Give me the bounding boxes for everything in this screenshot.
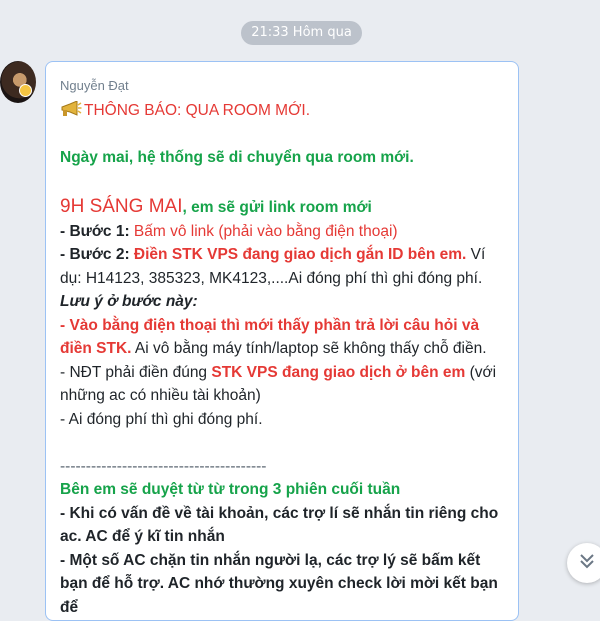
- note1-part-c: Ai vô bằng máy tính/laptop sẽ không thấy…: [131, 340, 487, 357]
- megaphone-icon: [60, 100, 82, 117]
- scroll-to-bottom-button[interactable]: [567, 543, 600, 583]
- time-highlight: 9H SÁNG MAI: [60, 196, 183, 217]
- note3-text: - Ai đóng phí thì ghi đóng phí.: [60, 410, 263, 428]
- divider-line: ----------------------------------------: [60, 457, 267, 475]
- avatar-badge-icon: [19, 84, 32, 97]
- note-heading: Lưu ý ở bước này:: [60, 293, 198, 310]
- step1-label: - Bước 1:: [60, 222, 134, 240]
- note1-part-a: - Vào bằng điện thoại: [60, 316, 217, 334]
- step2-text: Điền STK VPS đang giao dịch gắn ID bên e…: [133, 246, 467, 263]
- point1-text: - Khi có vấn đề về tài khoản, các trợ lí…: [60, 504, 499, 546]
- timestamp-pill: 21:33 Hôm qua: [241, 21, 362, 45]
- intro-text: Ngày mai, hệ thống sẽ di chuyển qua room…: [60, 149, 414, 166]
- time-rest: , em sẽ gửi link room mới: [182, 199, 372, 216]
- note2-part-b: STK VPS đang giao dịch ở bên em: [211, 363, 466, 381]
- double-chevron-down-icon: [577, 551, 597, 575]
- message-body: THÔNG BÁO: QUA ROOM MỚI. Ngày mai, hệ th…: [60, 99, 504, 619]
- step1-text: Bấm vô link (phải vào bằng điện thoại): [133, 222, 398, 240]
- point2-text: - Một số AC chặn tin nhắn người lạ, các …: [60, 551, 498, 616]
- announcement-title: THÔNG BÁO: QUA ROOM MỚI.: [84, 102, 310, 119]
- sender-name: Nguyễn Đạt: [60, 78, 129, 93]
- note2-part-a: - NĐT phải điền đúng: [60, 363, 212, 381]
- avatar[interactable]: [0, 61, 36, 103]
- review-heading: Bên em sẽ duyệt từ từ trong 3 phiên cuối…: [60, 481, 401, 498]
- message-bubble[interactable]: Nguyễn Đạt THÔNG BÁO: QUA ROOM MỚI. Ngày…: [45, 61, 519, 621]
- step2-label: - Bước 2:: [60, 246, 134, 263]
